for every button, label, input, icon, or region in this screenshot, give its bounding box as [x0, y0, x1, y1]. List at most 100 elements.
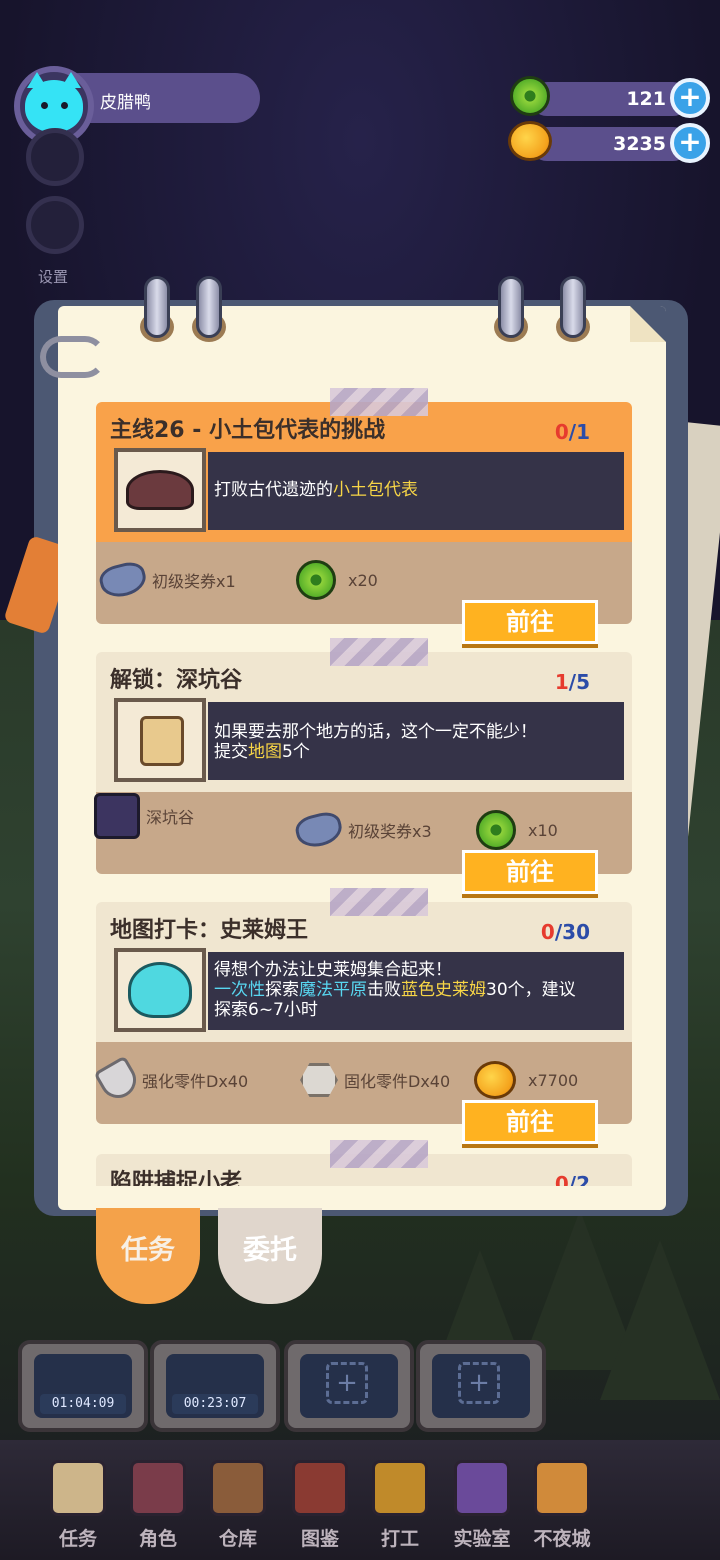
- character-icon: [130, 1460, 186, 1516]
- collapse-arrow-button[interactable]: [26, 128, 84, 186]
- gold-coin-icon: [474, 1061, 516, 1099]
- quest-card-map-checkin: 地图打卡：史莱姆王 0/30 得想个办法让史莱姆集合起来！ 一次性探索魔法平原击…: [93, 902, 632, 1144]
- nav-tasks[interactable]: 任务: [38, 1460, 118, 1551]
- quest-progress: 0/2: [554, 1172, 590, 1186]
- binder-ring: [196, 276, 222, 338]
- ticket-icon: [96, 558, 150, 602]
- quest-title: 主线26 - 小土包代表的挑战: [110, 418, 386, 443]
- tree-decoration: [600, 1240, 720, 1400]
- nav-character[interactable]: 角色: [118, 1460, 198, 1551]
- reward-label: x7700: [528, 1070, 579, 1090]
- quest-rewards: 初级奖券x1 x20 前往: [96, 542, 632, 644]
- currency-green: 121 +: [510, 76, 710, 118]
- binder-ring: [560, 276, 586, 338]
- work-machine-slot[interactable]: 01:04:09: [18, 1340, 148, 1432]
- reward-label: 强化零件Dx40: [142, 1072, 249, 1091]
- reward-label: x20: [348, 570, 378, 590]
- work-machine-slot-empty[interactable]: +: [416, 1340, 546, 1432]
- nav-codex[interactable]: 图鉴: [280, 1460, 360, 1551]
- quest-card-main: 主线26 - 小土包代表的挑战 0/1 打败古代遗迹的小土包代表 初级奖券x1 …: [96, 402, 632, 644]
- tab-commissions[interactable]: 委托: [218, 1208, 322, 1304]
- currency-bar: [530, 127, 690, 161]
- go-button[interactable]: 前往: [462, 1100, 598, 1144]
- reward-label: 初级奖券x1: [152, 572, 236, 591]
- currency-gold: 3235 +: [508, 121, 710, 163]
- reward-item: 固化零件Dx40: [300, 1060, 450, 1100]
- reward-label: 深坑谷: [146, 808, 195, 827]
- quest-title: 陷阱捕捉小老: [110, 1170, 243, 1186]
- add-slot-icon: +: [326, 1362, 368, 1404]
- warehouse-chest-icon: [210, 1460, 266, 1516]
- reward-label: 初级奖券x3: [348, 822, 432, 841]
- go-button[interactable]: 前往: [462, 600, 598, 644]
- nav-lab[interactable]: 实验室: [442, 1460, 522, 1551]
- player-name: 皮腊鸭: [100, 93, 151, 113]
- tab-label: 任务: [121, 1235, 175, 1266]
- bolt-icon: [93, 1055, 143, 1105]
- mound-thumbnail-icon: [114, 448, 206, 532]
- nav-label: 打工: [380, 1528, 419, 1550]
- binder-ring: [144, 276, 170, 338]
- settings-button[interactable]: [26, 196, 84, 254]
- reward-item: 初级奖券x1: [96, 558, 236, 602]
- quest-title: 解锁：深坑谷: [110, 668, 243, 693]
- nav-label: 图鉴: [300, 1528, 339, 1550]
- nav-work[interactable]: 打工: [360, 1460, 440, 1551]
- quest-header: 解锁：深坑谷 1/5 如果要去那个地方的话，这个一定不能少！ 提交地图5个: [96, 652, 632, 792]
- reward-item: 初级奖券x3: [292, 808, 432, 852]
- reward-item: 深坑谷: [94, 793, 195, 839]
- quest-rewards: 强化零件Dx40 固化零件Dx40 x7700 前往: [93, 1042, 632, 1144]
- work-tv-icon: [372, 1460, 428, 1516]
- machine-timer: 01:04:09: [40, 1394, 126, 1414]
- slime-thumbnail-icon: [114, 948, 206, 1032]
- nav-label: 仓库: [218, 1528, 257, 1550]
- reward-item: x10: [476, 810, 558, 850]
- quest-header: 地图打卡：史莱姆王 0/30 得想个办法让史莱姆集合起来！ 一次性探索魔法平原击…: [96, 902, 632, 1042]
- reward-label: 固化零件Dx40: [344, 1072, 451, 1091]
- tape-decoration: [330, 1140, 428, 1168]
- tab-tasks[interactable]: 任务: [96, 1208, 200, 1304]
- quest-header: 主线26 - 小土包代表的挑战 0/1 打败古代遗迹的小土包代表: [96, 402, 632, 542]
- quest-rewards: 深坑谷 初级奖券x3 x10 前往: [94, 792, 632, 894]
- currency-bar: [530, 82, 690, 116]
- add-green-currency-button[interactable]: +: [670, 78, 710, 118]
- binder-ring: [498, 276, 524, 338]
- quest-progress: 1/5: [554, 670, 590, 694]
- task-scroll-icon: [50, 1460, 106, 1516]
- add-slot-icon: +: [458, 1362, 500, 1404]
- tab-label: 委托: [243, 1235, 297, 1266]
- tape-decoration: [330, 888, 428, 916]
- reward-label: x10: [528, 820, 558, 840]
- work-machine-slot[interactable]: 00:23:07: [150, 1340, 280, 1432]
- nav-warehouse[interactable]: 仓库: [198, 1460, 278, 1551]
- quest-title: 地图打卡：史莱姆王: [110, 918, 309, 943]
- machine-timer: 00:23:07: [172, 1394, 258, 1414]
- settings-label: 设置: [38, 268, 69, 286]
- quest-description: 如果要去那个地方的话，这个一定不能少！ 提交地图5个: [208, 702, 624, 780]
- reward-item: 强化零件Dx40: [93, 1055, 249, 1105]
- reward-item: x7700: [474, 1060, 578, 1100]
- paper-clip-icon: [40, 336, 106, 378]
- player-profile[interactable]: 皮腊鸭: [14, 66, 260, 146]
- gold-planet-coin-icon: [508, 121, 552, 161]
- reward-item: x20: [296, 560, 378, 600]
- avatar-eye: [61, 102, 68, 109]
- green-coin-icon: [296, 560, 336, 600]
- add-gold-currency-button[interactable]: +: [670, 123, 710, 163]
- nut-icon: [300, 1063, 338, 1097]
- go-button[interactable]: 前往: [462, 850, 598, 894]
- book-icon: [292, 1460, 348, 1516]
- nav-city[interactable]: 不夜城: [522, 1460, 602, 1551]
- quest-description: 打败古代遗迹的小土包代表: [208, 452, 624, 530]
- nav-label: 不夜城: [533, 1528, 591, 1550]
- area-icon: [94, 793, 140, 839]
- map-scroll-icon: [114, 698, 206, 782]
- quest-card-unlock: 解锁：深坑谷 1/5 如果要去那个地方的话，这个一定不能少！ 提交地图5个 深坑…: [94, 652, 632, 894]
- currency-gold-value: 3235: [613, 133, 666, 155]
- tape-decoration: [330, 388, 428, 416]
- work-machine-slot-empty[interactable]: +: [284, 1340, 414, 1432]
- ticket-icon: [292, 808, 346, 852]
- paper-fold-corner: [630, 306, 666, 342]
- cat-avatar-icon: [25, 72, 83, 132]
- green-gem-coin-icon: [510, 76, 550, 116]
